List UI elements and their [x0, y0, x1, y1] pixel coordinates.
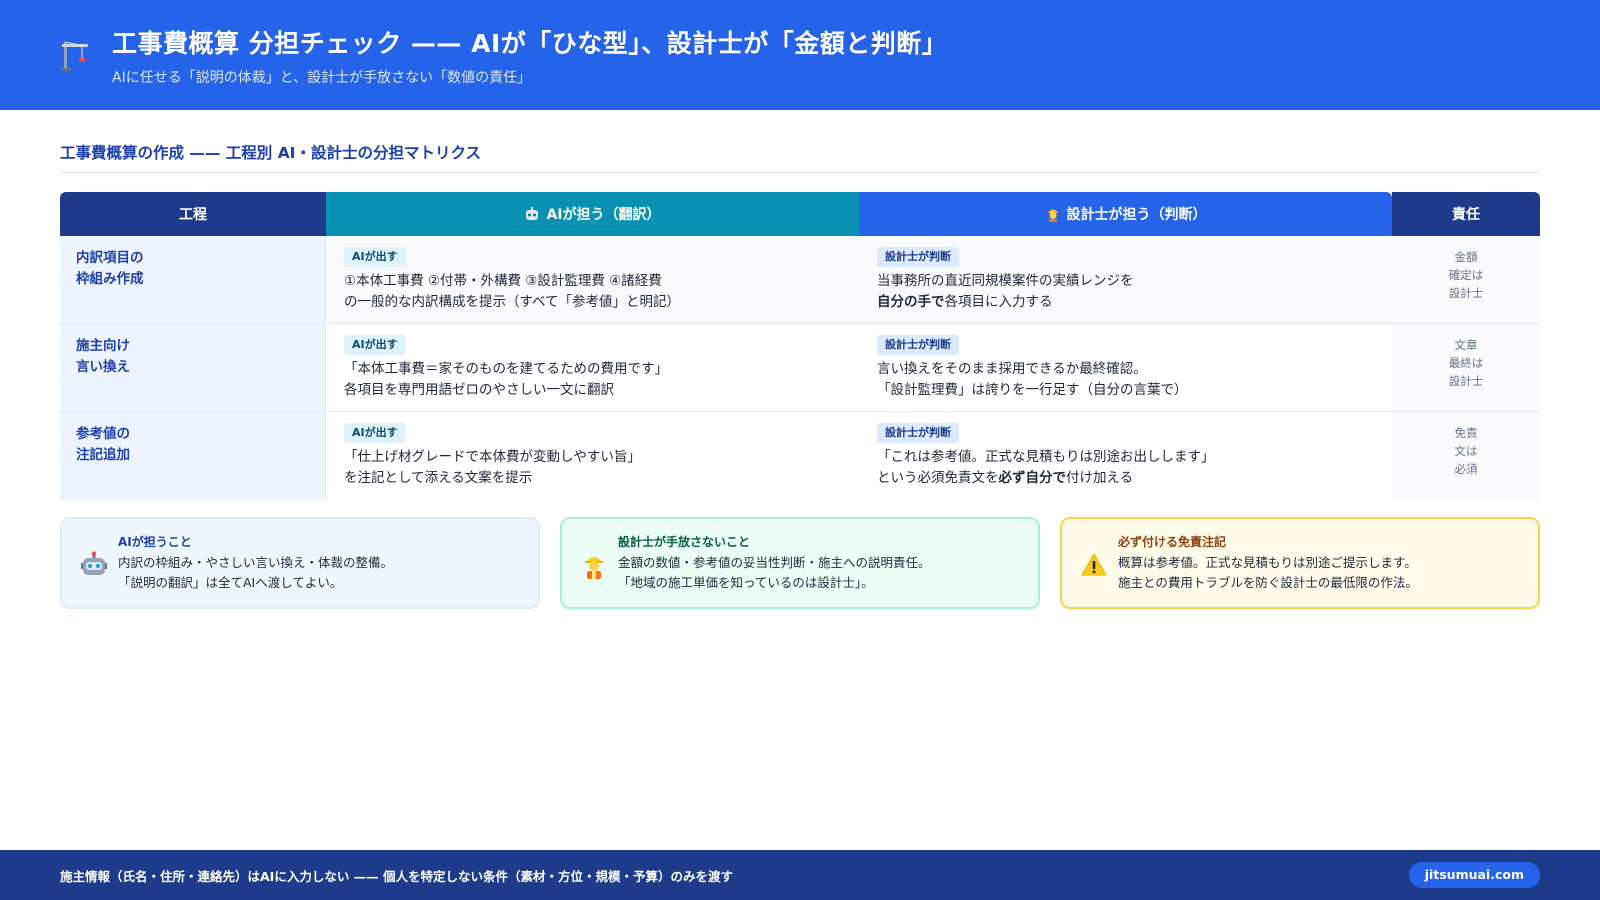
ai-text: 「本体工事費＝家そのものを建てるための費用です」	[344, 361, 668, 377]
architect-text: 自分の手で各項目に入力する	[877, 292, 1374, 313]
ai-text: 「仕上げ材グレードで本体費が変動しやすい旨」	[344, 449, 641, 465]
responsibility-text: 金額	[1454, 250, 1478, 264]
responsibility-cell: 金額 確定は 設計士	[1392, 236, 1540, 323]
responsibility-cell: 免責 文は 必須	[1392, 412, 1540, 500]
architect-text: 「設計監理費」は誇りを一行足す（自分の言葉で）	[877, 382, 1188, 398]
header-architect: 設計士が担う（判断）	[859, 192, 1392, 236]
step-label: 注記追加	[76, 447, 130, 463]
responsibility-text: 免責	[1454, 426, 1478, 440]
page-subtitle: AIに任せる「説明の体裁」と、設計士が手放さない「数値の責任」	[112, 70, 532, 86]
header-responsibility-label: 責任	[1452, 207, 1480, 223]
header-ai: AIが担う（翻訳）	[326, 192, 859, 236]
warning-icon	[1081, 552, 1107, 576]
responsibility-text: 設計士	[1448, 286, 1484, 300]
robot-icon	[81, 551, 107, 575]
worker-icon	[1047, 209, 1058, 222]
responsibility-text: 確定は	[1448, 268, 1484, 282]
architect-text: という必須免責文を必ず自分で付け加える	[877, 468, 1374, 489]
table-row: 内訳項目の 枠組み作成 AIが出す ①本体工事費 ②付帯・外構費 ③設計監理費 …	[60, 236, 1540, 324]
worker-icon	[585, 557, 603, 579]
architect-emphasis: 自分の手で	[877, 294, 945, 310]
architect-text-rest: 各項目に入力する	[944, 294, 1053, 310]
header-architect-label: 設計士が担う（判断）	[1066, 207, 1207, 223]
step-cell: 施主向け 言い換え	[60, 324, 326, 411]
ai-text: の一般的な内訳構成を提示（すべて「参考値」と明記）	[344, 294, 681, 310]
architect-text-rest: 付け加える	[1066, 470, 1134, 486]
card-text: 施主との費用トラブルを防ぐ設計士の最低限の作法。	[1118, 575, 1418, 590]
card-text: 「地域の施工単価を知っているのは設計士」。	[618, 575, 874, 590]
robot-icon	[526, 207, 539, 220]
architect-text: 「これは参考値。正式な見積もりは別途お出しします」	[877, 449, 1215, 465]
ai-cell: AIが出す 「仕上げ材グレードで本体費が変動しやすい旨」 を注記として添える文案…	[326, 412, 859, 500]
architect-emphasis: 必ず自分で	[998, 470, 1067, 486]
matrix-header-row: 工程 AIが担う（翻訳） 設計士が担う（判断） 責任	[60, 192, 1540, 236]
responsibility-text: 最終は	[1448, 356, 1484, 370]
card-text: 「説明の翻訳」は全てAIへ渡してよい。	[118, 575, 343, 590]
section-title: 工事費概算の作成 —— 工程別 AI・設計士の分担マトリクス	[60, 144, 481, 162]
ai-tag: AIが出す	[344, 247, 406, 267]
header-step: 工程	[60, 192, 326, 236]
section-divider	[60, 172, 1540, 173]
architect-tag: 設計士が判断	[877, 247, 959, 267]
architect-tag: 設計士が判断	[877, 423, 959, 443]
ai-tag: AIが出す	[344, 335, 406, 355]
responsibility-cell: 文章 最終は 設計士	[1392, 324, 1540, 411]
step-label: 枠組み作成	[76, 271, 144, 287]
step-label: 言い換え	[76, 359, 130, 375]
privacy-notice: 施主情報（氏名・住所・連絡先）はAIに入力しない —— 個人を特定しない条件（素…	[60, 869, 734, 884]
architect-text-pre: という必須免責文を	[877, 470, 999, 486]
header-responsibility: 責任	[1392, 192, 1540, 236]
ai-text: 各項目を専門用語ゼロのやさしい一文に翻訳	[344, 382, 614, 398]
step-label: 内訳項目の	[76, 250, 144, 266]
ai-tag: AIが出す	[344, 423, 406, 443]
header-step-label: 工程	[179, 207, 207, 223]
step-cell: 内訳項目の 枠組み作成	[60, 236, 326, 323]
step-cell: 参考値の 注記追加	[60, 412, 326, 500]
ai-cell: AIが出す ①本体工事費 ②付帯・外構費 ③設計監理費 ④諸経費 の一般的な内訳…	[326, 236, 859, 323]
architect-text: 言い換えをそのまま採用できるか最終確認。	[877, 361, 1147, 377]
architect-text: 当事務所の直近同規模案件の実績レンジを	[877, 273, 1134, 289]
card-text: 内訳の枠組み・やさしい言い換え・体裁の整備。	[118, 555, 394, 570]
card-text: 金額の数値・参考値の妥当性判断・施主への説明責任。	[618, 555, 931, 570]
page-header: 工事費概算 分担チェック —— AIが「ひな型」、設計士が「金額と判断」 AIに…	[0, 0, 1600, 110]
architect-tag: 設計士が判断	[877, 335, 959, 355]
ai-summary-card: AIが担うこと 内訳の枠組み・やさしい言い換え・体裁の整備。 「説明の翻訳」は全…	[60, 517, 540, 609]
card-title: 必ず付ける免責注記	[1118, 535, 1227, 549]
responsibility-matrix: 工程 AIが担う（翻訳） 設計士が担う（判断） 責任 内訳項目の 枠組み作成 A…	[60, 192, 1540, 500]
card-text: 概算は参考値。正式な見積もりは別途ご提示します。	[1118, 555, 1417, 570]
responsibility-text: 文章	[1454, 338, 1478, 352]
responsibility-text: 設計士	[1448, 374, 1484, 388]
page-title: 工事費概算 分担チェック —— AIが「ひな型」、設計士が「金額と判断」	[112, 29, 948, 58]
table-row: 施主向け 言い換え AIが出す 「本体工事費＝家そのものを建てるための費用です」…	[60, 324, 1540, 412]
crane-icon	[61, 41, 88, 71]
table-row: 参考値の 注記追加 AIが出す 「仕上げ材グレードで本体費が変動しやすい旨」 を…	[60, 412, 1540, 500]
ai-cell: AIが出す 「本体工事費＝家そのものを建てるための費用です」 各項目を専門用語ゼ…	[326, 324, 859, 411]
responsibility-text: 必須	[1454, 462, 1478, 476]
header-ai-label: AIが担う（翻訳）	[546, 207, 661, 223]
ai-text: ①本体工事費 ②付帯・外構費 ③設計監理費 ④諸経費	[344, 273, 662, 289]
card-title: AIが担うこと	[118, 535, 192, 549]
card-title: 設計士が手放さないこと	[618, 535, 751, 549]
site-badge[interactable]: jitsumuai.com	[1408, 862, 1540, 888]
architect-cell: 設計士が判断 言い換えをそのまま採用できるか最終確認。 「設計監理費」は誇りを一…	[859, 324, 1392, 411]
architect-cell: 設計士が判断 「これは参考値。正式な見積もりは別途お出しします」 という必須免責…	[859, 412, 1392, 500]
ai-text: を注記として添える文案を提示	[344, 470, 533, 486]
architect-summary-card: 設計士が手放さないこと 金額の数値・参考値の妥当性判断・施主への説明責任。 「地…	[560, 517, 1040, 609]
page-footer: 施主情報（氏名・住所・連絡先）はAIに入力しない —— 個人を特定しない条件（素…	[0, 850, 1600, 900]
step-label: 参考値の	[76, 426, 130, 442]
architect-cell: 設計士が判断 当事務所の直近同規模案件の実績レンジを 自分の手で各項目に入力する	[859, 236, 1392, 323]
disclaimer-summary-card: 必ず付ける免責注記 概算は参考値。正式な見積もりは別途ご提示します。 施主との費…	[1060, 517, 1540, 609]
step-label: 施主向け	[76, 338, 130, 354]
responsibility-text: 文は	[1454, 444, 1478, 458]
